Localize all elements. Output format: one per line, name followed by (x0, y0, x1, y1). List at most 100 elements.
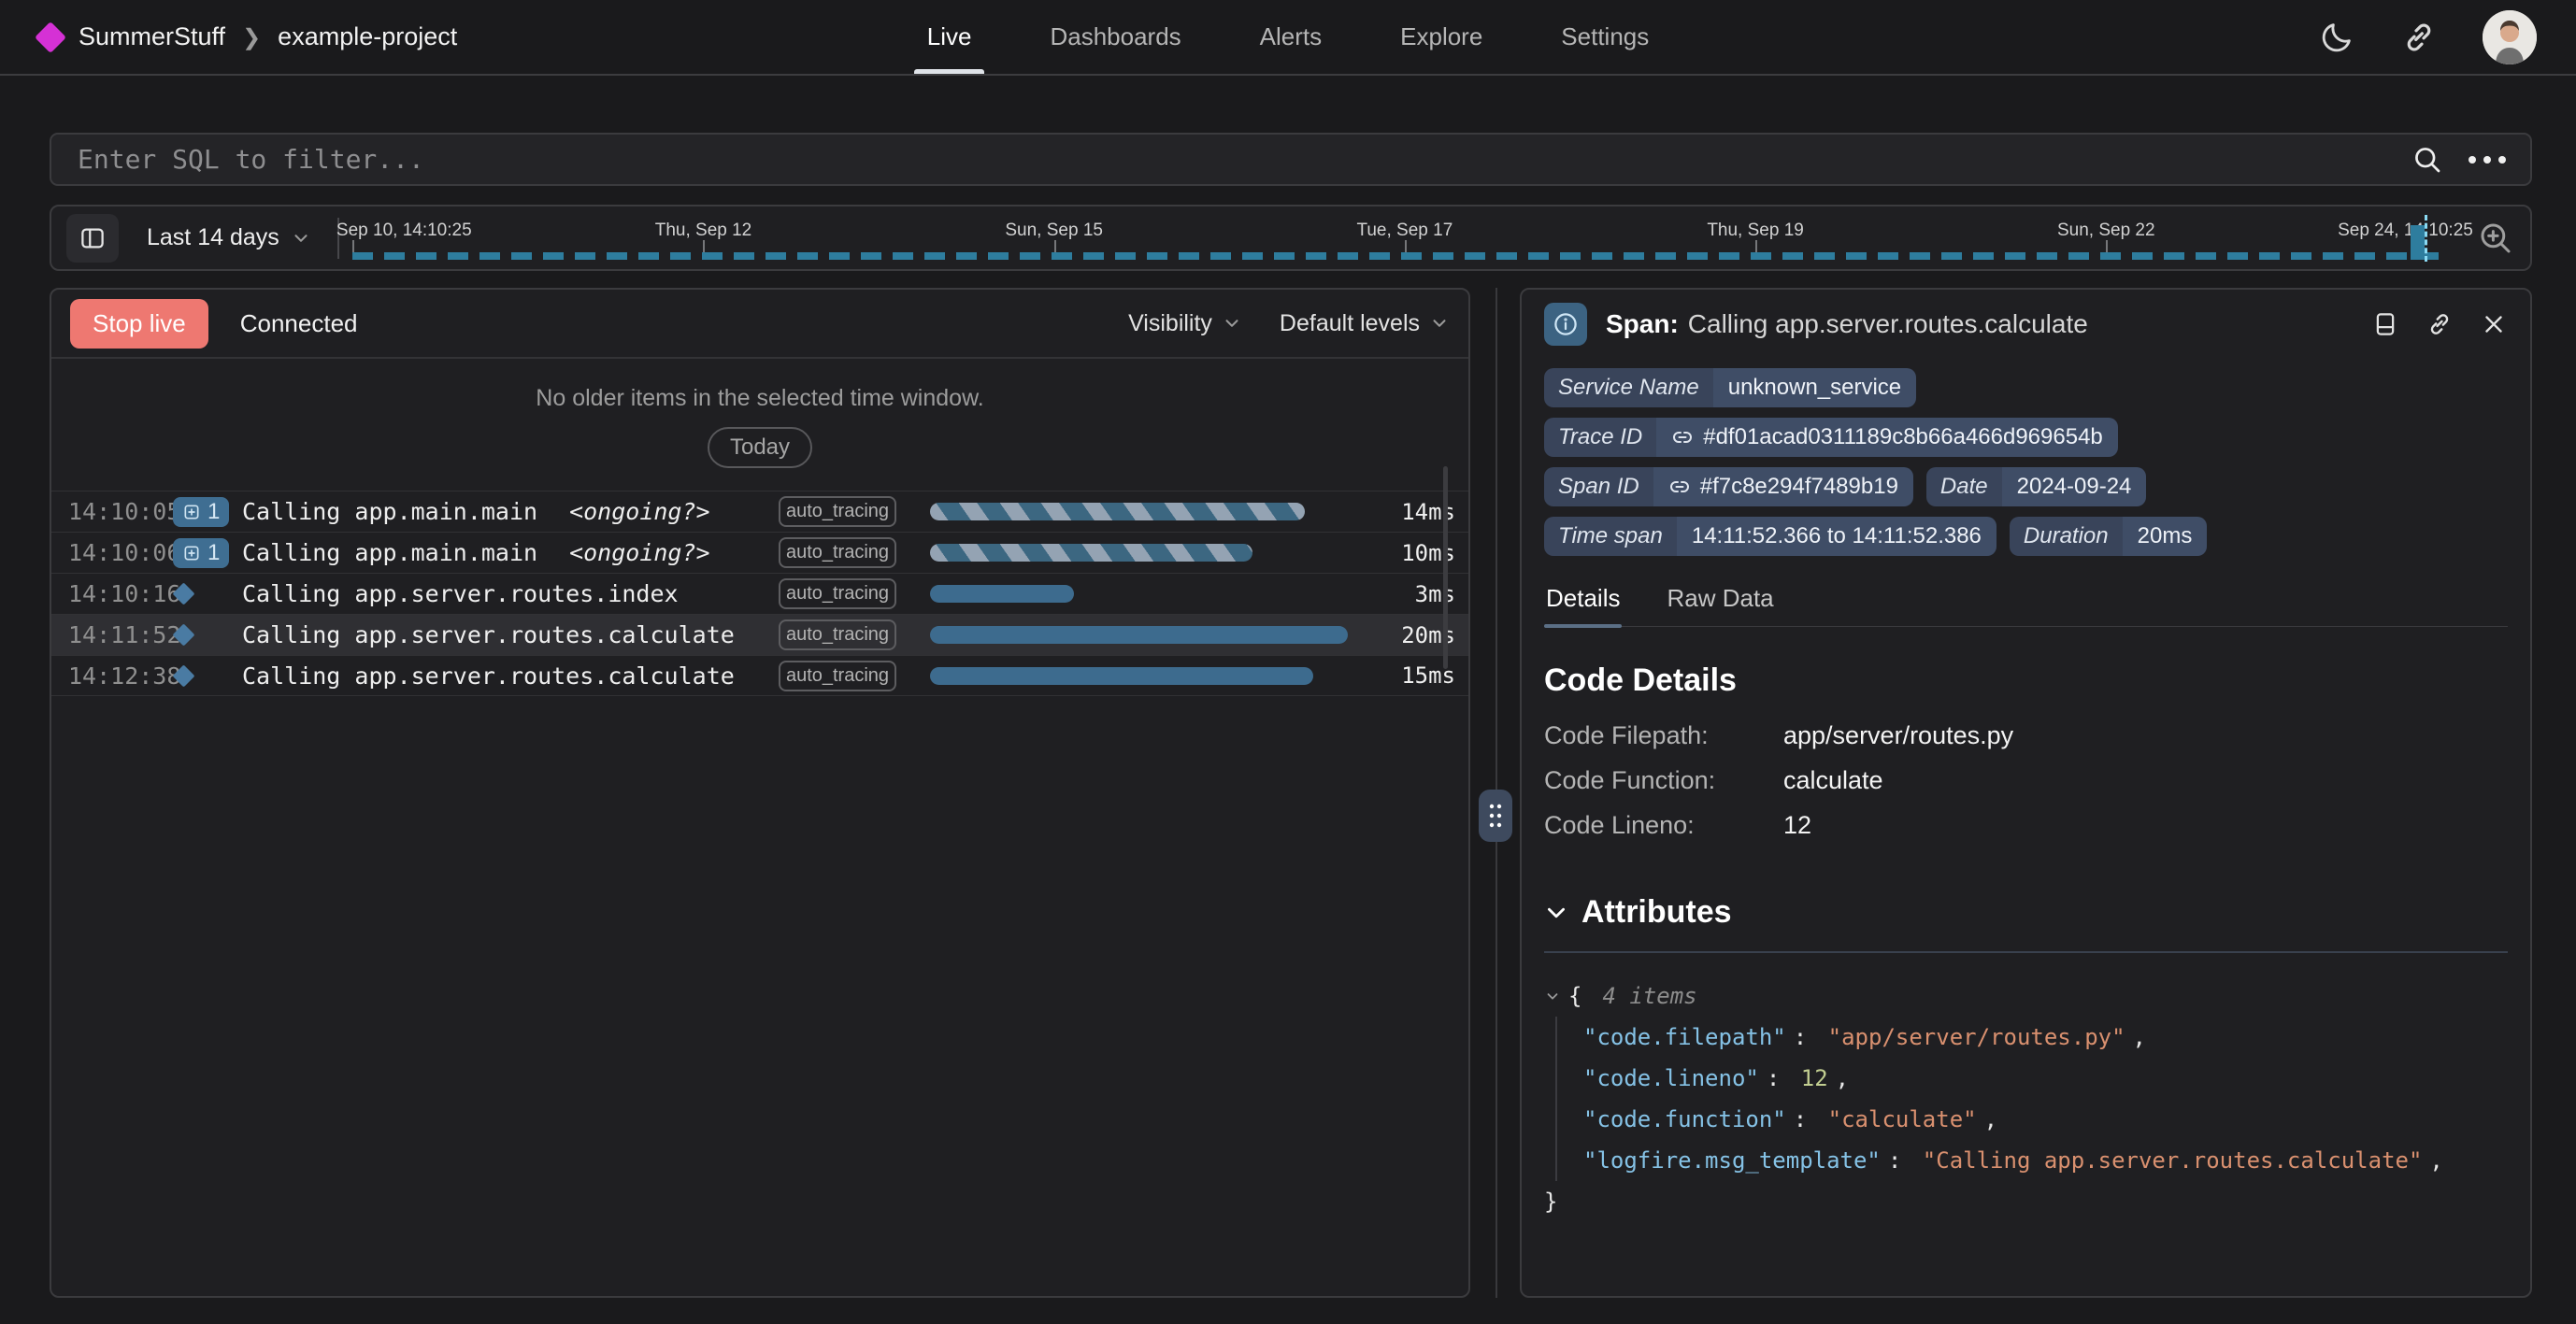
org-name[interactable]: SummerStuff (79, 22, 225, 51)
tab-details[interactable]: Details (1544, 578, 1622, 626)
sql-filter-icons (2411, 143, 2530, 177)
filter-row (50, 133, 2532, 186)
sql-filter-input[interactable] (51, 135, 2411, 184)
attributes-toggle[interactable]: Attributes (1544, 894, 2508, 931)
top-nav: SummerStuff ❯ example-project Live Dashb… (0, 0, 2576, 76)
dock-panel-icon[interactable] (2371, 310, 2399, 338)
kv-label: Code Lineno: (1544, 811, 1783, 840)
auto-tracing-tag[interactable]: auto_tracing (779, 537, 896, 568)
activity-timeline[interactable]: Sep 10, 14:10:25 Thu, Sep 12 Sun, Sep 15… (349, 206, 2461, 269)
trace-row[interactable]: 14:10:05 1 Calling app.main.main<ongoing… (51, 491, 1468, 532)
span-meta-badges: Service Name unknown_service Trace ID #d… (1544, 368, 2508, 556)
code-details-heading: Code Details (1544, 662, 2508, 699)
detail-tabs: Details Raw Data (1544, 578, 2508, 627)
kv-label: Code Function: (1544, 766, 1783, 795)
trace-row[interactable]: 14:10:16 Calling app.server.routes.index… (51, 573, 1468, 614)
date-badge: Date 2024-09-24 (1926, 467, 2146, 506)
tab-explore[interactable]: Explore (1400, 0, 1482, 74)
sql-filter-box (50, 133, 2532, 186)
timeline-activity-sparkline (352, 252, 2440, 260)
row-duration: 14ms (1366, 499, 1455, 525)
timeline-label: Sun, Sep 15 (1005, 221, 1103, 241)
json-key: "code.filepath" (1583, 1017, 1786, 1058)
json-value: "calculate" (1828, 1099, 1977, 1140)
duration-bar (930, 667, 1313, 685)
visibility-dropdown[interactable]: Visibility (1128, 310, 1242, 337)
app-root: SummerStuff ❯ example-project Live Dashb… (0, 0, 2576, 1324)
badge-value: 14:11:52.366 to 14:11:52.386 (1677, 517, 1996, 556)
json-value: 12 (1801, 1058, 1828, 1099)
live-header-dropdowns: Visibility Default levels (1128, 310, 1450, 337)
kv-value: app/server/routes.py (1783, 721, 2508, 750)
collapsed-spans-badge[interactable]: 1 (173, 538, 229, 568)
collapsed-spans-badge[interactable]: 1 (173, 497, 229, 527)
tab-settings[interactable]: Settings (1561, 0, 1649, 74)
default-levels-label: Default levels (1280, 310, 1420, 337)
trace-row[interactable]: 14:10:06 1 Calling app.main.main<ongoing… (51, 532, 1468, 573)
duration-bar (930, 503, 1305, 520)
duration-bar (930, 626, 1348, 644)
chevron-right-icon: ❯ (242, 24, 261, 51)
row-message: Calling app.server.routes.index (242, 580, 679, 607)
today-button[interactable]: Today (708, 427, 812, 468)
nav-actions (1649, 10, 2537, 64)
auto-tracing-tag[interactable]: auto_tracing (779, 496, 896, 527)
json-open-brace: { (1568, 975, 1581, 1017)
detail-actions (2371, 310, 2508, 338)
tab-raw-data[interactable]: Raw Data (1665, 578, 1775, 626)
main-content: Stop live Connected Visibility Default l… (50, 288, 2532, 1298)
share-link-icon[interactable] (2400, 19, 2438, 56)
auto-tracing-tag[interactable]: auto_tracing (779, 661, 896, 691)
json-key: "logfire.msg_template" (1583, 1140, 1881, 1181)
visibility-label: Visibility (1128, 310, 1212, 337)
user-avatar[interactable] (2483, 10, 2537, 64)
panel-resizer (1470, 288, 1520, 1298)
dark-mode-moon-icon[interactable] (2318, 19, 2355, 56)
tab-dashboards[interactable]: Dashboards (1050, 0, 1181, 74)
code-details-section: Code Details Code Filepath: app/server/r… (1544, 662, 2508, 840)
auto-tracing-tag[interactable]: auto_tracing (779, 619, 896, 650)
row-ongoing-suffix: <ongoing?> (569, 539, 710, 566)
search-icon[interactable] (2411, 143, 2444, 177)
project-name[interactable]: example-project (278, 22, 457, 51)
badge-value: #df01acad0311189c8b66a466d969654b (1656, 418, 2118, 457)
code-details-kv: Code Filepath: app/server/routes.py Code… (1544, 721, 2508, 840)
tab-live[interactable]: Live (927, 0, 972, 74)
duration-badge: Duration 20ms (2010, 517, 2207, 556)
row-duration: 10ms (1366, 540, 1455, 566)
time-range-select[interactable]: Last 14 days (147, 224, 311, 251)
badge-value: #f7c8e294f7489b19 (1653, 467, 1913, 506)
json-collapse-icon[interactable] (1544, 988, 1561, 1004)
resizer-grip-handle[interactable] (1479, 790, 1512, 842)
tab-alerts[interactable]: Alerts (1260, 0, 1322, 74)
auto-tracing-tag[interactable]: auto_tracing (779, 578, 896, 609)
attributes-json-viewer: { 4 items "code.filepath": "app/server/r… (1544, 975, 2508, 1222)
badge-value: 20ms (2123, 517, 2208, 556)
timeline-label: Thu, Sep 12 (655, 221, 752, 241)
stop-live-button[interactable]: Stop live (70, 299, 208, 349)
trace-row-selected[interactable]: 14:11:52 Calling app.server.routes.calcu… (51, 614, 1468, 655)
trace-row[interactable]: 14:12:38 Calling app.server.routes.calcu… (51, 655, 1468, 696)
live-panel-header: Stop live Connected Visibility Default l… (51, 290, 1468, 359)
span-detail-header: Span:Calling app.server.routes.calculate (1544, 290, 2508, 359)
toggle-sidebar-button[interactable] (66, 214, 119, 263)
json-key: "code.lineno" (1583, 1058, 1759, 1099)
json-close-brace: } (1544, 1181, 1557, 1222)
trace-id-badge[interactable]: Trace ID #df01acad0311189c8b66a466d96965… (1544, 418, 2118, 457)
span-title: Span:Calling app.server.routes.calculate (1606, 309, 2088, 339)
timeline-label: Sun, Sep 22 (2057, 221, 2155, 241)
zoom-in-button[interactable] (2476, 219, 2515, 258)
timeline-label: Tue, Sep 17 (1356, 221, 1453, 241)
duration-bar-track (930, 544, 1366, 562)
kv-value: calculate (1783, 766, 2508, 795)
default-levels-dropdown[interactable]: Default levels (1280, 310, 1450, 337)
scrollbar-thumb[interactable] (1443, 466, 1448, 669)
close-icon[interactable] (2480, 310, 2508, 338)
copy-link-icon[interactable] (2426, 310, 2454, 338)
main-nav-tabs: Live Dashboards Alerts Explore Settings (927, 0, 1649, 74)
duration-bar (930, 585, 1074, 603)
more-options-icon[interactable] (2469, 156, 2506, 164)
span-id-badge[interactable]: Span ID #f7c8e294f7489b19 (1544, 467, 1913, 506)
timeline-current-cursor (2425, 215, 2427, 262)
chevron-down-icon (291, 228, 311, 249)
